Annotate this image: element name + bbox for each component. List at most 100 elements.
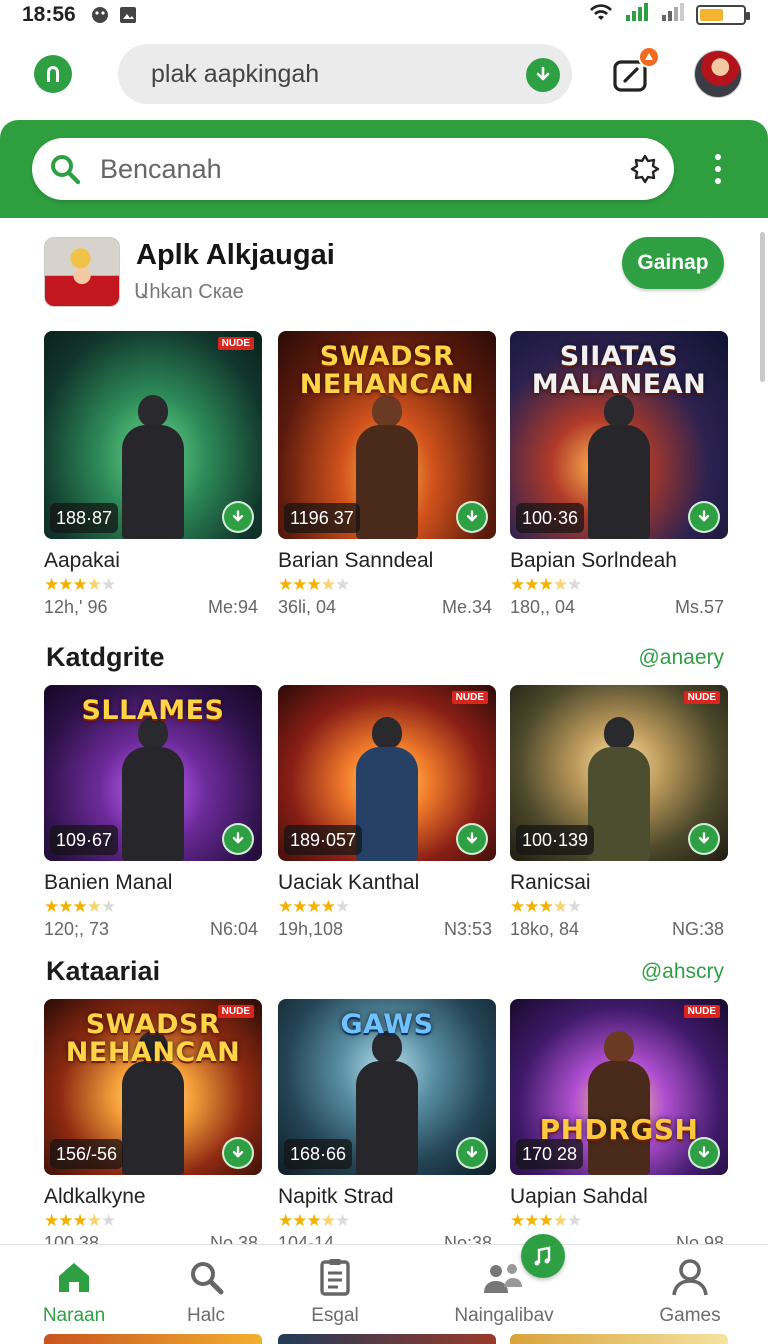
tile-size: NG:38 [671,919,724,939]
app-tile[interactable]: SWADSR NEHANCAN 1196 37 Barian Sanndeal … [278,331,496,621]
tile-thumbnail: NUDE 188·87 [44,331,262,539]
tile-size: N3:53 [443,919,492,939]
tile-meta: 100.38 [44,1233,100,1244]
battery-icon [696,5,750,25]
app-tile[interactable]: SIIATAS MALANEAN 100·36 Bapian Sorlndeah… [510,331,728,621]
star-icon: ★ [524,1211,539,1230]
download-icon[interactable] [456,823,488,855]
star-icon: ★ [306,1211,322,1230]
signal-icon [624,2,650,28]
tile-art-title: SWADSR NEHANCAN [299,341,475,400]
nav-label: Naraan [42,1305,106,1326]
address-text: plak aapkingah [151,59,320,88]
star-icon: ★ [101,897,116,916]
download-icon[interactable] [456,1137,488,1169]
download-icon[interactable] [688,501,720,533]
download-icon[interactable] [222,823,254,855]
content-scroll[interactable]: Aplk Alkjaugai Աhkan Cкae Gainap NUDE 18… [0,218,768,1244]
section-title: Katdgrite [46,642,165,672]
star-icon: ★ [86,1211,102,1230]
grid-row-1: NUDE 188·87 Aapakai ★★★★★ 12h,' 96 Me:94 … [44,331,728,621]
download-count: 100·139 [516,825,595,855]
grid-row-3: SWADSR NEHANCAN NUDE 156/-56 Aldkalkyne … [44,999,728,1244]
nav-label: Naingalibav [454,1305,554,1326]
nav-label: Esgal [311,1305,359,1326]
tile-meta: 120;, 73 [44,919,110,939]
bottom-navigation: Naraan Halc Esgal Naingalibav Games [0,1244,768,1330]
download-icon[interactable] [688,1137,720,1169]
star-icon: ★ [72,897,88,916]
nav-item-search[interactable]: Halc [146,1255,266,1327]
app-tile[interactable]: PHDRGSH NUDE 170 28 Uapian Sahdal ★★★★★ … [510,999,728,1244]
app-tile[interactable]: NUDE 188·87 Aapakai ★★★★★ 12h,' 96 Me:94 [44,331,262,621]
nav-item-home[interactable]: Naraan [14,1255,134,1327]
home-button[interactable] [34,55,72,93]
app-tile[interactable]: SLLAMES 109·67 Banien Manal ★★★★★ 120;, … [44,685,262,943]
scrollbar[interactable] [760,232,765,382]
more-options-icon[interactable] [706,154,730,184]
star-icon: ★ [101,1211,116,1230]
filter-icon[interactable] [628,152,662,186]
tile-thumbnail: SWADSR NEHANCAN 1196 37 [278,331,496,539]
star-icon: ★ [524,575,539,594]
star-icon: ★ [552,1211,568,1230]
tile-name: Bapian Sorlndeah [510,549,677,572]
app-tile[interactable]: GAWS 168·66 Napitk Strad ★★★★★ 104-14 No:… [278,999,496,1244]
address-bar[interactable]: plak aapkingah [118,44,572,104]
tile-art-title: SLLAMES [81,695,225,726]
top-app-bar: plak aapkingah [0,36,768,112]
tile-name: Ranicsai [510,871,591,894]
tile-art-title: SWADSR NEHANCAN [65,1009,241,1068]
new-badge: NUDE [683,1005,720,1018]
tile-meta: 18ko, 84 [510,919,580,939]
star-icon: ★ [86,897,102,916]
tile-meta: 36li, 04 [278,597,337,617]
app-tile[interactable]: SWADSR NEHANCAN NUDE 156/-56 Aldkalkyne … [44,999,262,1244]
download-icon[interactable] [688,823,720,855]
tile-size: No.98 [675,1233,724,1244]
tile-size: Me.34 [441,597,492,617]
notifications-button[interactable] [612,46,660,94]
nav-item-games[interactable]: Games [630,1255,750,1327]
tile-thumbnail: SWADSR NEHANCAN NUDE 156/-56 [44,999,262,1175]
tile-thumbnail: NUDE 100·139 [510,685,728,861]
star-icon: ★ [335,897,350,916]
star-icon: ★ [306,575,322,594]
tile-figure [108,711,198,861]
download-icon[interactable] [222,1137,254,1169]
home-icon [52,1255,96,1299]
star-icon: ★ [510,575,525,594]
download-icon[interactable] [456,501,488,533]
profile-avatar[interactable] [694,50,742,98]
star-icon: ★ [538,897,554,916]
download-count: 188·87 [50,503,119,533]
star-icon: ★ [320,575,336,594]
nav-item-document[interactable]: Esgal [275,1255,395,1327]
tile-name: Aapakai [44,549,120,572]
star-icon: ★ [552,575,568,594]
tile-figure [342,1025,432,1175]
star-rating: ★★★★★ [510,897,728,917]
star-rating: ★★★★★ [278,897,496,917]
see-more-link[interactable]: @anaery [638,646,724,670]
star-rating: ★★★★★ [510,575,728,595]
download-icon[interactable] [526,58,560,92]
floating-action-button[interactable] [521,1234,565,1278]
tile-figure [574,1025,664,1175]
new-badge: NUDE [451,691,488,704]
star-icon: ★ [278,1211,293,1230]
download-count: 168·66 [284,1139,353,1169]
app-tile[interactable]: NUDE 100·139 Ranicsai ★★★★★ 18ko, 84 NG:3… [510,685,728,943]
star-icon: ★ [58,897,73,916]
search-input[interactable]: Bencanah [32,138,674,200]
star-icon: ★ [567,897,582,916]
tile-thumbnail: SLLAMES 109·67 [44,685,262,861]
star-icon: ★ [335,575,350,594]
featured-app-card[interactable]: Aplk Alkjaugai Աhkan Cкae Gainap [44,237,724,309]
install-button[interactable]: Gainap [622,237,724,289]
star-icon: ★ [552,897,568,916]
see-more-link[interactable]: @ahscry [641,960,724,984]
app-tile[interactable]: NUDE 189·057 Uaciak Kanthal ★★★★★ 19h,10… [278,685,496,943]
download-icon[interactable] [222,501,254,533]
tile-meta: 12h,' 96 [44,597,108,617]
